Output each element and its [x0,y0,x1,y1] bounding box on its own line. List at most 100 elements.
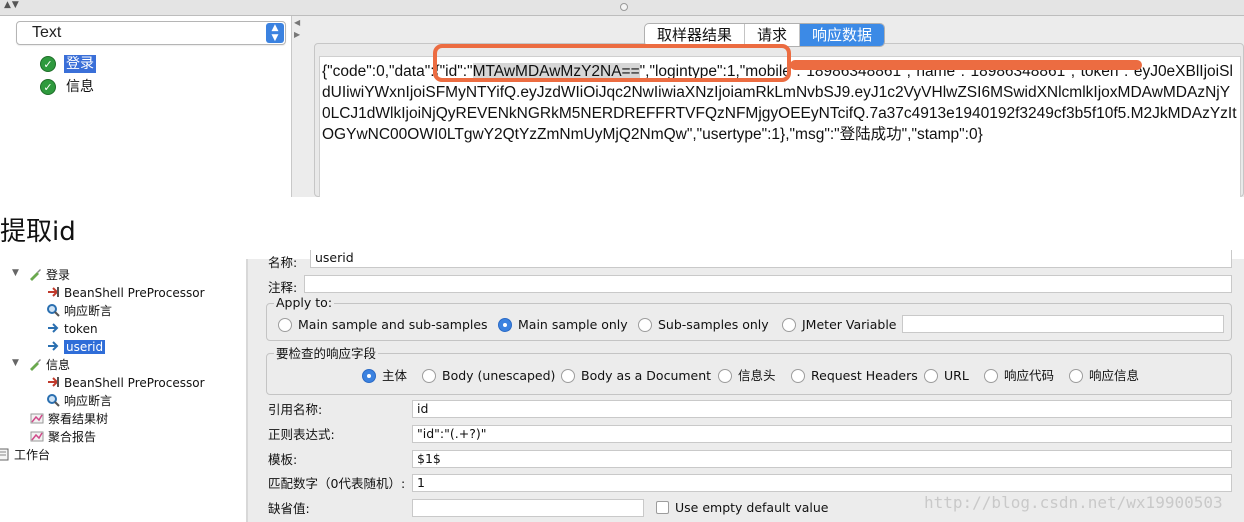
section-caption: 提取id [0,217,76,247]
tree-node-label: token [64,322,98,336]
radio-label: 主体 [382,368,408,383]
comment-label: 注释: [268,280,298,295]
radio-label: Body (unescaped) [442,368,556,383]
preprocessor-icon [46,285,60,299]
response-viewer-screenshot: ▲▼ Text ▲ ▼ ✓ 登录 ✓ 信息 ◀ ▶ {"code":0,"data… [0,0,1244,198]
regex-label: 正则表达式: [268,427,335,442]
tree-node-label: 工作台 [14,448,51,462]
tree-node-login[interactable]: 登录 [28,266,70,284]
result-item-label: 登录 [64,55,96,73]
field-body-unescaped-radio[interactable]: Body (unescaped) [422,367,555,385]
tree-node-label: BeanShell PreProcessor [64,376,205,390]
radio-label: Body as a Document [581,368,712,383]
tab-request[interactable]: 请求 [745,24,801,46]
result-item-info[interactable]: ✓ 信息 [40,78,160,98]
tree-node-aggregate[interactable]: 聚合报告 [30,428,96,446]
template-input[interactable]: $1$ [412,450,1232,468]
tree-node-beanshell[interactable]: BeanShell PreProcessor [46,374,205,392]
field-headers-radio[interactable]: 信息头 [718,367,776,385]
success-check-icon: ✓ [40,79,56,95]
collapse-triangle-icon[interactable]: ▼ [12,268,19,278]
tree-node-info[interactable]: 信息 [28,356,70,374]
blog-watermark: http://blog.csdn.net/wx19900503 [924,493,1223,512]
radio-circle-icon [278,318,292,332]
expand-right-icon[interactable]: ▶ [294,30,300,39]
expand-left-icon[interactable]: ◀ [294,18,300,27]
regex-input[interactable]: "id":"(.+?)" [412,425,1232,443]
annotation-highlight-stroke [790,60,1142,70]
field-response-message-radio[interactable]: 响应信息 [1069,367,1139,385]
apply-main-and-sub-radio[interactable]: Main sample and sub-samples [278,316,488,334]
annotation-highlight-box [433,44,791,82]
tree-node-userid[interactable]: userid [46,338,106,356]
chart-icon [30,429,44,443]
tree-node-beanshell[interactable]: BeanShell PreProcessor [46,284,205,302]
field-url-radio[interactable]: URL [924,367,969,385]
window-top-bar: ▲▼ [0,0,1244,16]
tree-node-label: userid [64,340,106,354]
field-response-code-radio[interactable]: 响应代码 [984,367,1054,385]
tree-node-label: 察看结果树 [48,412,109,426]
field-request-headers-radio[interactable]: Request Headers [791,367,918,385]
tree-node-assertion[interactable]: 响应断言 [46,392,112,410]
field-body-radio[interactable]: 主体 [362,367,407,385]
radio-circle-icon [1069,369,1083,383]
radio-circle-icon [422,369,436,383]
tree-node-assertion[interactable]: 响应断言 [46,302,112,320]
radio-circle-icon [718,369,732,383]
result-item-label: 信息 [66,79,94,95]
use-empty-default-checkbox[interactable]: Use empty default value [656,499,829,517]
tree-node-label: 聚合报告 [48,430,97,444]
default-value-label: 缺省值: [268,501,310,516]
tab-response-data[interactable]: 响应数据 [800,24,885,46]
checkbox-icon [656,501,669,514]
match-no-input[interactable]: 1 [412,474,1232,492]
tree-node-label: 信息 [46,358,71,372]
pipette-icon [28,267,42,281]
select-arrows-icon[interactable]: ▲ ▼ [266,23,284,43]
render-type-select[interactable]: Text ▲ ▼ [16,21,286,45]
tree-node-label: 登录 [46,268,71,282]
tree-node-token[interactable]: token [46,320,98,338]
tree-node-view-results[interactable]: 察看结果树 [30,410,108,428]
preprocessor-icon [46,375,60,389]
regex-extractor-screenshot: ▼ 登录 BeanShell PreProcessor 响应断言 token u… [0,250,1244,522]
name-input[interactable]: userid [310,250,1232,268]
field-body-document-radio[interactable]: Body as a Document [561,367,711,385]
radio-circle-icon [791,369,805,383]
radio-circle-icon [638,318,652,332]
tree-node-workbench[interactable]: 工作台 [0,446,50,464]
tree-node-label: 响应断言 [64,394,113,408]
regex-extractor-form: 名称: userid 注释: Apply to: Main sample and… [248,250,1244,522]
template-label: 模板: [268,452,298,467]
pane-splitter[interactable]: ◀ ▶ [292,16,304,197]
radio-label: Request Headers [811,368,918,383]
workbench-icon [0,447,10,461]
apply-jmeter-variable-radio[interactable]: JMeter Variable [782,316,896,334]
radio-label: Main sample only [518,317,628,332]
apply-sub-only-radio[interactable]: Sub-samples only [638,316,769,334]
collapse-arrows-icon[interactable]: ▲▼ [4,0,20,10]
ref-name-input[interactable]: id [412,400,1232,418]
magnifier-icon [46,393,60,407]
field-to-check-title: 要检查的响应字段 [274,343,379,362]
apply-to-title: Apply to: [274,295,335,310]
apply-main-only-radio[interactable]: Main sample only [498,316,628,334]
tab-sampler-result[interactable]: 取样器结果 [645,24,746,46]
jmeter-variable-input[interactable] [902,315,1224,333]
radio-selected-icon [498,318,512,332]
radio-label: JMeter Variable [802,317,897,332]
radio-label: 响应信息 [1089,368,1140,383]
result-item-login[interactable]: ✓ 登录 [40,55,160,75]
match-no-label: 匹配数字（0代表随机）: [268,476,406,491]
extractor-icon [46,321,60,335]
radio-circle-icon [984,369,998,383]
collapse-triangle-icon[interactable]: ▼ [12,358,19,368]
radio-label: 响应代码 [1004,368,1055,383]
radio-label: Sub-samples only [658,317,769,332]
default-value-input[interactable] [412,499,644,517]
split-handle-icon[interactable] [620,3,628,11]
radio-label: Main sample and sub-samples [298,317,488,332]
comment-input[interactable] [304,275,1232,293]
chart-icon [30,411,44,425]
